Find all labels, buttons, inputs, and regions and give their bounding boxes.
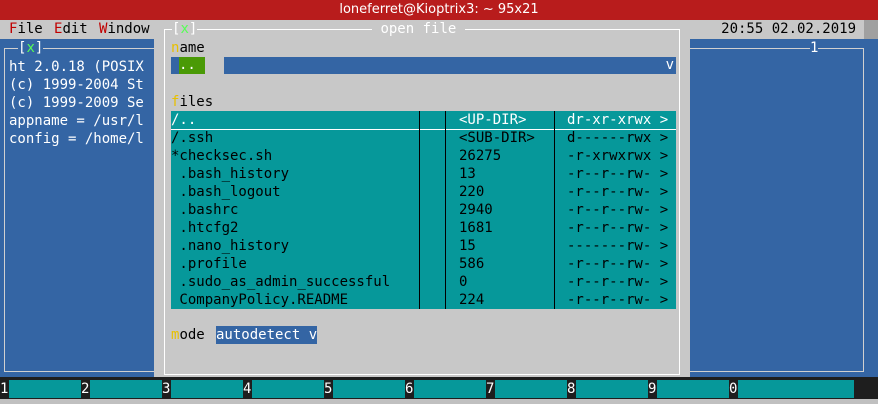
name-input[interactable]: .. v	[171, 57, 676, 74]
open-file-dialog: [x] open file name .. v files /.. <UP-DIR…	[154, 20, 690, 377]
output-line: appname = /usr/l	[9, 113, 144, 129]
clock: 20:55 02.02.2019	[721, 21, 856, 37]
menu-window[interactable]: Window	[99, 20, 150, 39]
menu-edit[interactable]: Edit	[54, 20, 88, 39]
scrollbar-top[interactable]	[864, 20, 878, 39]
terminal-area: File Edit Window 20:55 02.02.2019 [x] 1 …	[0, 20, 878, 404]
menu-file[interactable]: File	[9, 20, 43, 39]
close-icon: x	[26, 40, 35, 56]
dialog-title: open file	[372, 20, 465, 38]
file-list[interactable]: /.. <UP-DIR> dr-xr-xrwx > /.ssh <SUB-DIR> d-…	[171, 111, 676, 309]
file-row[interactable]: /.ssh <SUB-DIR> d------rwx >	[171, 129, 676, 147]
window-titlebar: loneferret@Kioptrix3: ~ 95x21	[0, 0, 878, 20]
file-row[interactable]: .nano_history 15 -------rw- >	[171, 237, 676, 255]
main-window-close-button[interactable]: [x]	[18, 39, 44, 57]
window-title: loneferret@Kioptrix3: ~ 95x21	[339, 2, 539, 17]
file-row[interactable]: .htcfg2 1681 -r--r--rw- >	[171, 219, 676, 237]
name-value: ..	[179, 57, 205, 74]
file-row[interactable]: .sudo_as_admin_successful 0 -r--r--rw- >	[171, 273, 676, 291]
file-row[interactable]: /.. <UP-DIR> dr-xr-xrwx >	[171, 111, 676, 129]
output-line: (c) 1999-2004 St	[9, 77, 144, 93]
mode-label: mode	[171, 327, 205, 343]
output-line: config = /home/l	[9, 131, 144, 147]
files-label: files	[171, 94, 214, 110]
output-line: (c) 1999-2009 Se	[9, 95, 144, 111]
main-window-number: 1	[810, 39, 819, 57]
mode-select[interactable]: autodetect v	[216, 326, 318, 344]
close-icon: x	[180, 21, 189, 37]
file-row[interactable]: .bashrc 2940 -r--r--rw- >	[171, 201, 676, 219]
file-row[interactable]: *checksec.sh 26275 -r-xrwxrwx >	[171, 147, 676, 165]
file-row[interactable]: CompanyPolicy.README 224 -r--r--rw- >	[171, 291, 676, 309]
dropdown-arrow-icon[interactable]: v	[666, 57, 674, 74]
dialog-close-button[interactable]: [x]	[172, 20, 198, 38]
function-key-bar: 1 2 3 4 5 6 7 8 9 0	[0, 377, 878, 399]
output-line: ht 2.0.18 (POSIX	[9, 59, 144, 75]
file-row[interactable]: .bash_history 13 -r--r--rw- >	[171, 165, 676, 183]
file-row[interactable]: .bash_logout 220 -r--r--rw- >	[171, 183, 676, 201]
file-row[interactable]: .profile 586 -r--r--rw- >	[171, 255, 676, 273]
name-label: name	[171, 40, 205, 56]
